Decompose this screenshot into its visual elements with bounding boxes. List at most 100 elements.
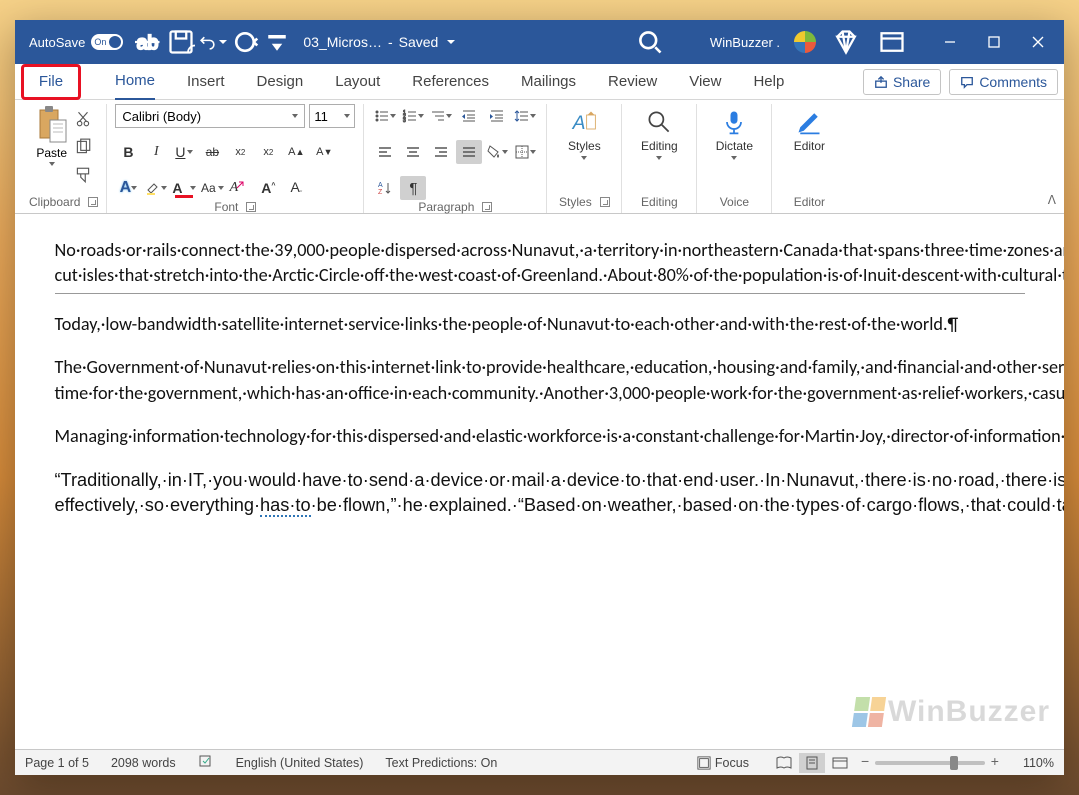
dictate-button[interactable]: Dictate — [705, 104, 763, 164]
justify-button[interactable] — [456, 140, 482, 164]
font-size-select[interactable]: 11 — [309, 104, 355, 128]
increase-indent-button[interactable] — [484, 104, 510, 128]
text-predictions[interactable]: Text Predictions: On — [385, 756, 497, 770]
styles-launcher-icon[interactable] — [600, 197, 610, 207]
bullets-button[interactable] — [372, 104, 398, 128]
paragraph[interactable]: “Traditionally,·in·IT,·you·would·have·to… — [55, 468, 1025, 519]
tab-references[interactable]: References — [412, 64, 489, 100]
paragraph[interactable]: The·Government·of·Nunavut·relies·on·this… — [55, 355, 1025, 406]
font-name-select[interactable]: Calibri (Body) — [115, 104, 305, 128]
grow-font-button[interactable]: A▲ — [283, 140, 309, 164]
avatar-icon[interactable] — [794, 31, 816, 53]
shading-button[interactable] — [484, 140, 510, 164]
minimize-button[interactable] — [928, 20, 972, 64]
grammar-squiggle[interactable]: has·to — [260, 495, 311, 517]
paste-dropdown-icon[interactable] — [49, 162, 55, 166]
toggle-icon: On — [91, 34, 123, 50]
bold-button[interactable]: B — [115, 140, 141, 164]
shrink-font-button[interactable]: A▼ — [311, 140, 337, 164]
font-launcher-icon[interactable] — [246, 202, 256, 212]
group-voice: Dictate Voice — [697, 104, 772, 213]
comments-button[interactable]: Comments — [949, 69, 1058, 95]
group-paragraph: 123 AZ ¶ Par — [364, 104, 547, 213]
show-hide-button[interactable]: ¶ — [400, 176, 426, 200]
language-indicator[interactable]: English (United States) — [236, 756, 364, 770]
italic-button[interactable]: I — [143, 140, 169, 164]
ribbon-display-icon[interactable] — [878, 28, 906, 56]
tab-help[interactable]: Help — [753, 64, 784, 100]
web-layout-icon[interactable] — [827, 753, 853, 773]
multilevel-button[interactable] — [428, 104, 454, 128]
paragraph[interactable]: No·roads·or·rails·connect·the·39,000·peo… — [55, 238, 1025, 289]
account-name[interactable]: WinBuzzer . — [710, 35, 780, 50]
editor-button[interactable]: Editor — [780, 104, 838, 157]
tab-review[interactable]: Review — [608, 64, 657, 100]
word-count[interactable]: 2098 words — [111, 756, 176, 770]
decrease-indent-button[interactable] — [456, 104, 482, 128]
align-center-button[interactable] — [400, 140, 426, 164]
clear-formatting-button[interactable]: A — [227, 176, 253, 200]
styles-button[interactable]: A Styles — [555, 104, 613, 164]
paragraph[interactable]: Today,·low-bandwidth·satellite·internet·… — [55, 312, 1025, 337]
svg-text:A: A — [572, 113, 586, 134]
zoom-out-icon[interactable]: − — [861, 753, 869, 769]
clipboard-launcher-icon[interactable] — [88, 197, 98, 207]
paragraph-launcher-icon[interactable] — [482, 202, 492, 212]
tab-layout[interactable]: Layout — [335, 64, 380, 100]
copy-icon[interactable] — [74, 138, 92, 156]
char-shading-button[interactable]: A^ — [255, 176, 281, 200]
group-font: Calibri (Body) 11 B I U ab x2 x2 A▲ A▼ A… — [107, 104, 364, 213]
read-mode-icon[interactable] — [771, 753, 797, 773]
zoom-in-icon[interactable]: + — [991, 753, 999, 769]
subscript-button[interactable]: x2 — [227, 140, 253, 164]
align-right-button[interactable] — [428, 140, 454, 164]
numbering-button[interactable]: 123 — [400, 104, 426, 128]
statusbar: Page 1 of 5 2098 words English (United S… — [15, 749, 1064, 775]
zoom-thumb[interactable] — [950, 756, 958, 770]
autosave-label: AutoSave — [29, 35, 85, 50]
undo-icon[interactable] — [199, 28, 227, 56]
document-title[interactable]: 03_Micros… - Saved — [303, 34, 455, 50]
underline-button[interactable]: U — [171, 140, 197, 164]
document-area[interactable]: No·roads·or·rails·connect·the·39,000·peo… — [15, 214, 1064, 749]
search-icon[interactable] — [636, 28, 664, 56]
spellcheck-icon[interactable] — [198, 753, 214, 772]
tab-design[interactable]: Design — [257, 64, 304, 100]
strikethrough-quick-icon[interactable]: ab — [135, 28, 163, 56]
cut-icon[interactable] — [74, 110, 92, 128]
page-indicator[interactable]: Page 1 of 5 — [25, 756, 89, 770]
text-effects-button[interactable]: A — [115, 176, 141, 200]
line-spacing-button[interactable] — [512, 104, 538, 128]
qat-customize-icon[interactable] — [263, 28, 291, 56]
tab-insert[interactable]: Insert — [187, 64, 225, 100]
collapse-ribbon-icon[interactable]: ᐱ — [1048, 193, 1056, 207]
enclose-char-button[interactable]: Aˇ — [283, 176, 309, 200]
tab-file[interactable]: File — [21, 64, 81, 100]
share-button[interactable]: Share — [863, 69, 941, 95]
tab-home[interactable]: Home — [115, 64, 155, 100]
change-case-button[interactable]: Aa — [199, 176, 225, 200]
autosave-toggle[interactable]: AutoSave On — [29, 34, 123, 50]
superscript-button[interactable]: x2 — [255, 140, 281, 164]
sort-button[interactable]: AZ — [372, 176, 398, 200]
zoom-level[interactable]: 110% — [1023, 756, 1054, 770]
close-button[interactable] — [1016, 20, 1060, 64]
save-icon[interactable] — [167, 28, 195, 56]
borders-button[interactable] — [512, 140, 538, 164]
print-layout-icon[interactable] — [799, 753, 825, 773]
zoom-slider[interactable]: − + — [875, 761, 985, 765]
editing-button[interactable]: Editing — [630, 104, 688, 164]
font-color-button[interactable]: A — [171, 176, 197, 200]
paragraph[interactable]: Managing·information·technology·for·this… — [55, 424, 1025, 449]
tab-view[interactable]: View — [689, 64, 721, 100]
tab-mailings[interactable]: Mailings — [521, 64, 576, 100]
align-left-button[interactable] — [372, 140, 398, 164]
focus-mode[interactable]: Focus — [697, 756, 749, 770]
format-painter-icon[interactable] — [74, 166, 92, 184]
strikethrough-button[interactable]: ab — [199, 140, 225, 164]
redo-icon[interactable] — [231, 28, 259, 56]
diamond-icon[interactable] — [832, 28, 860, 56]
maximize-button[interactable] — [972, 20, 1016, 64]
highlight-button[interactable] — [143, 176, 169, 200]
paste-icon[interactable] — [36, 104, 68, 144]
